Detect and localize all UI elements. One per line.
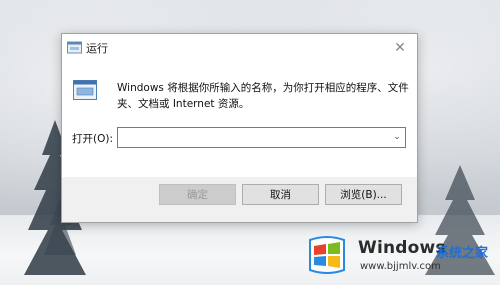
title-bar[interactable]: 运行 ✕: [62, 34, 417, 62]
dialog-description: Windows 将根据你所输入的名称，为你打开相应的程序、文件夹、文档或 Int…: [117, 82, 409, 110]
run-program-icon: [73, 80, 97, 100]
run-app-icon: [67, 41, 82, 54]
chevron-down-icon: ⌄: [393, 132, 401, 142]
close-button[interactable]: ✕: [383, 34, 417, 62]
dialog-content: Windows 将根据你所输入的名称，为你打开相应的程序、文件夹、文档或 Int…: [62, 62, 417, 177]
browse-button[interactable]: 浏览(B)...: [325, 184, 402, 205]
dropdown-button[interactable]: ⌄: [389, 128, 405, 147]
watermark-brand: Windows: [358, 238, 446, 258]
ok-button[interactable]: 确定: [159, 184, 236, 205]
watermark-url: www.bjjmlv.com: [360, 261, 441, 272]
cancel-button[interactable]: 取消: [242, 184, 319, 205]
dialog-title: 运行: [86, 42, 108, 55]
watermark: Windows 系统之家 www.bjjmlv.com: [300, 232, 500, 280]
open-label: 打开(O):: [72, 133, 113, 145]
open-combobox[interactable]: ⌄: [117, 127, 406, 148]
windows-logo-icon: [309, 236, 345, 274]
watermark-sub: 系统之家: [436, 246, 489, 261]
close-icon: ✕: [394, 40, 406, 56]
run-dialog: 运行 ✕ Windows 将根据你所输入的名称，为你打开相应的程序、文件夹、文档…: [61, 33, 418, 223]
